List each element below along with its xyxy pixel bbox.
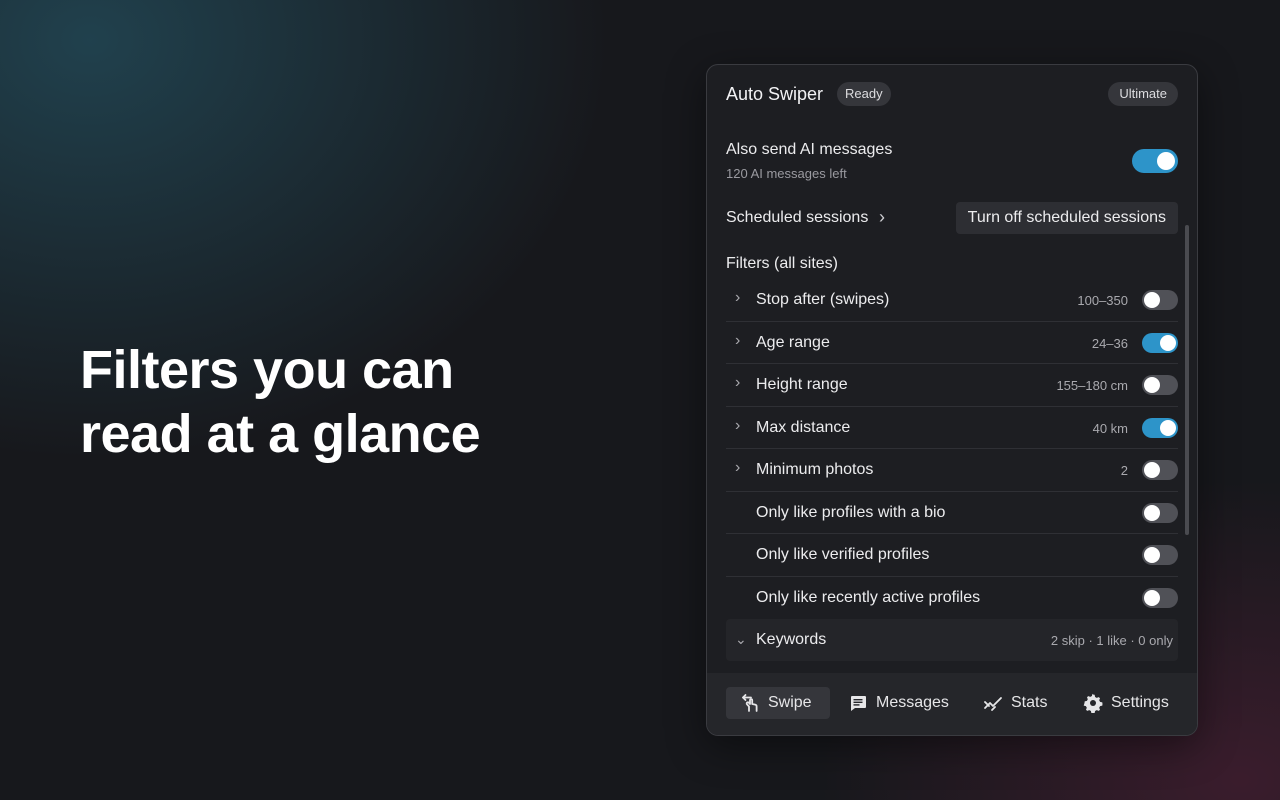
- filter-label: Max distance: [756, 418, 851, 436]
- filter-value: 2: [1120, 463, 1128, 478]
- filter-row-verified[interactable]: Only like verified profiles: [726, 534, 1178, 577]
- filters-heading: Filters (all sites): [726, 255, 839, 272]
- keywords-label: Keywords: [756, 631, 827, 648]
- chevron-right-icon[interactable]: ›: [735, 374, 740, 392]
- tab-messages[interactable]: Messages: [834, 687, 963, 719]
- panel-header: Auto Swiper Ready Ultimate: [726, 81, 1178, 109]
- swipe-icon: [740, 693, 760, 713]
- chevron-right-icon[interactable]: ›: [735, 459, 740, 477]
- auto-swiper-panel: Auto Swiper Ready Ultimate Also send AI …: [706, 64, 1198, 736]
- filter-toggle-minimum-photos[interactable]: [1142, 460, 1178, 480]
- filter-label: Height range: [756, 376, 848, 393]
- filter-toggle-verified[interactable]: [1142, 545, 1178, 565]
- hero-headline: Filters you can read at a glance: [80, 340, 481, 464]
- chevron-right-icon[interactable]: ›: [735, 289, 740, 307]
- filter-label: Stop after (swipes): [756, 291, 890, 308]
- filter-toggle-recently-active[interactable]: [1142, 587, 1178, 608]
- gear-icon: [1083, 693, 1103, 713]
- toggle-knob: [1144, 504, 1160, 521]
- toggle-knob: [1160, 419, 1176, 436]
- tab-stats[interactable]: Stats: [969, 687, 1061, 719]
- toggle-knob: [1144, 462, 1160, 478]
- filter-row-stop-after[interactable]: › Stop after (swipes) 100–350: [726, 279, 1178, 322]
- toggle-knob: [1144, 292, 1160, 308]
- filter-label: Minimum photos: [756, 461, 874, 478]
- ai-messages-remaining: 120 AI messages left: [726, 166, 847, 181]
- tab-label: Settings: [1111, 694, 1169, 711]
- tab-label: Stats: [1011, 694, 1048, 711]
- bottom-tab-bar: Swipe Messages Stats Settings: [707, 673, 1197, 735]
- filter-value: 100–350: [1077, 293, 1128, 308]
- tab-label: Swipe: [768, 694, 812, 711]
- chevron-down-icon[interactable]: ⌄: [735, 631, 747, 648]
- filter-label: Age range: [756, 333, 830, 351]
- chevron-right-icon[interactable]: ›: [879, 207, 885, 228]
- ai-messages-row: Also send AI messages 120 AI messages le…: [726, 141, 1178, 185]
- scrollbar[interactable]: [1185, 225, 1189, 535]
- filter-label: Only like profiles with a bio: [756, 503, 946, 521]
- filter-label: Only like recently active profiles: [756, 588, 981, 606]
- ai-messages-label: Also send AI messages: [726, 141, 893, 158]
- toggle-knob: [1144, 547, 1160, 563]
- filter-toggle-bio[interactable]: [1142, 502, 1178, 523]
- filter-list: › Stop after (swipes) 100–350 › Age rang…: [726, 279, 1178, 661]
- filter-toggle-max-distance[interactable]: [1142, 417, 1178, 438]
- filter-toggle-height-range[interactable]: [1142, 375, 1178, 395]
- toggle-knob: [1160, 334, 1176, 351]
- keywords-row[interactable]: ⌄ Keywords 2 skip · 1 like · 0 only: [726, 619, 1178, 661]
- filter-row-bio[interactable]: Only like profiles with a bio: [726, 492, 1178, 534]
- filter-toggle-stop-after[interactable]: [1142, 290, 1178, 310]
- scheduled-sessions-link[interactable]: Scheduled sessions: [726, 209, 868, 227]
- filter-row-height-range[interactable]: › Height range 155–180 cm: [726, 364, 1178, 407]
- turn-off-scheduled-button[interactable]: Turn off scheduled sessions: [955, 202, 1178, 234]
- filter-row-recently-active[interactable]: Only like recently active profiles: [726, 577, 1178, 620]
- filter-value: 40 km: [1092, 420, 1128, 436]
- toggle-knob: [1157, 152, 1175, 170]
- ai-messages-toggle[interactable]: [1132, 149, 1178, 173]
- filter-value: 24–36: [1091, 335, 1128, 351]
- keywords-summary: 2 skip · 1 like · 0 only: [1050, 633, 1173, 648]
- filter-row-max-distance[interactable]: › Max distance 40 km: [726, 407, 1178, 449]
- panel-title: Auto Swiper: [726, 84, 824, 104]
- tab-settings[interactable]: Settings: [1069, 687, 1183, 719]
- tab-swipe[interactable]: Swipe: [726, 687, 830, 719]
- filter-toggle-age-range[interactable]: [1142, 332, 1178, 353]
- filter-row-age-range[interactable]: › Age range 24–36: [726, 322, 1178, 364]
- plan-badge: Ultimate: [1108, 82, 1178, 106]
- filter-label: Only like verified profiles: [756, 546, 930, 563]
- message-icon: [848, 693, 868, 713]
- status-badge: Ready: [837, 82, 891, 106]
- chevron-right-icon[interactable]: ›: [735, 417, 740, 435]
- toggle-knob: [1144, 589, 1160, 606]
- chevron-right-icon[interactable]: ›: [735, 332, 740, 350]
- tab-label: Messages: [876, 694, 949, 711]
- toggle-knob: [1144, 377, 1160, 393]
- scheduled-sessions-row: Scheduled sessions › Turn off scheduled …: [726, 202, 1178, 234]
- filter-row-minimum-photos[interactable]: › Minimum photos 2: [726, 449, 1178, 492]
- filter-value: 155–180 cm: [1056, 378, 1128, 393]
- stats-icon: [983, 693, 1003, 713]
